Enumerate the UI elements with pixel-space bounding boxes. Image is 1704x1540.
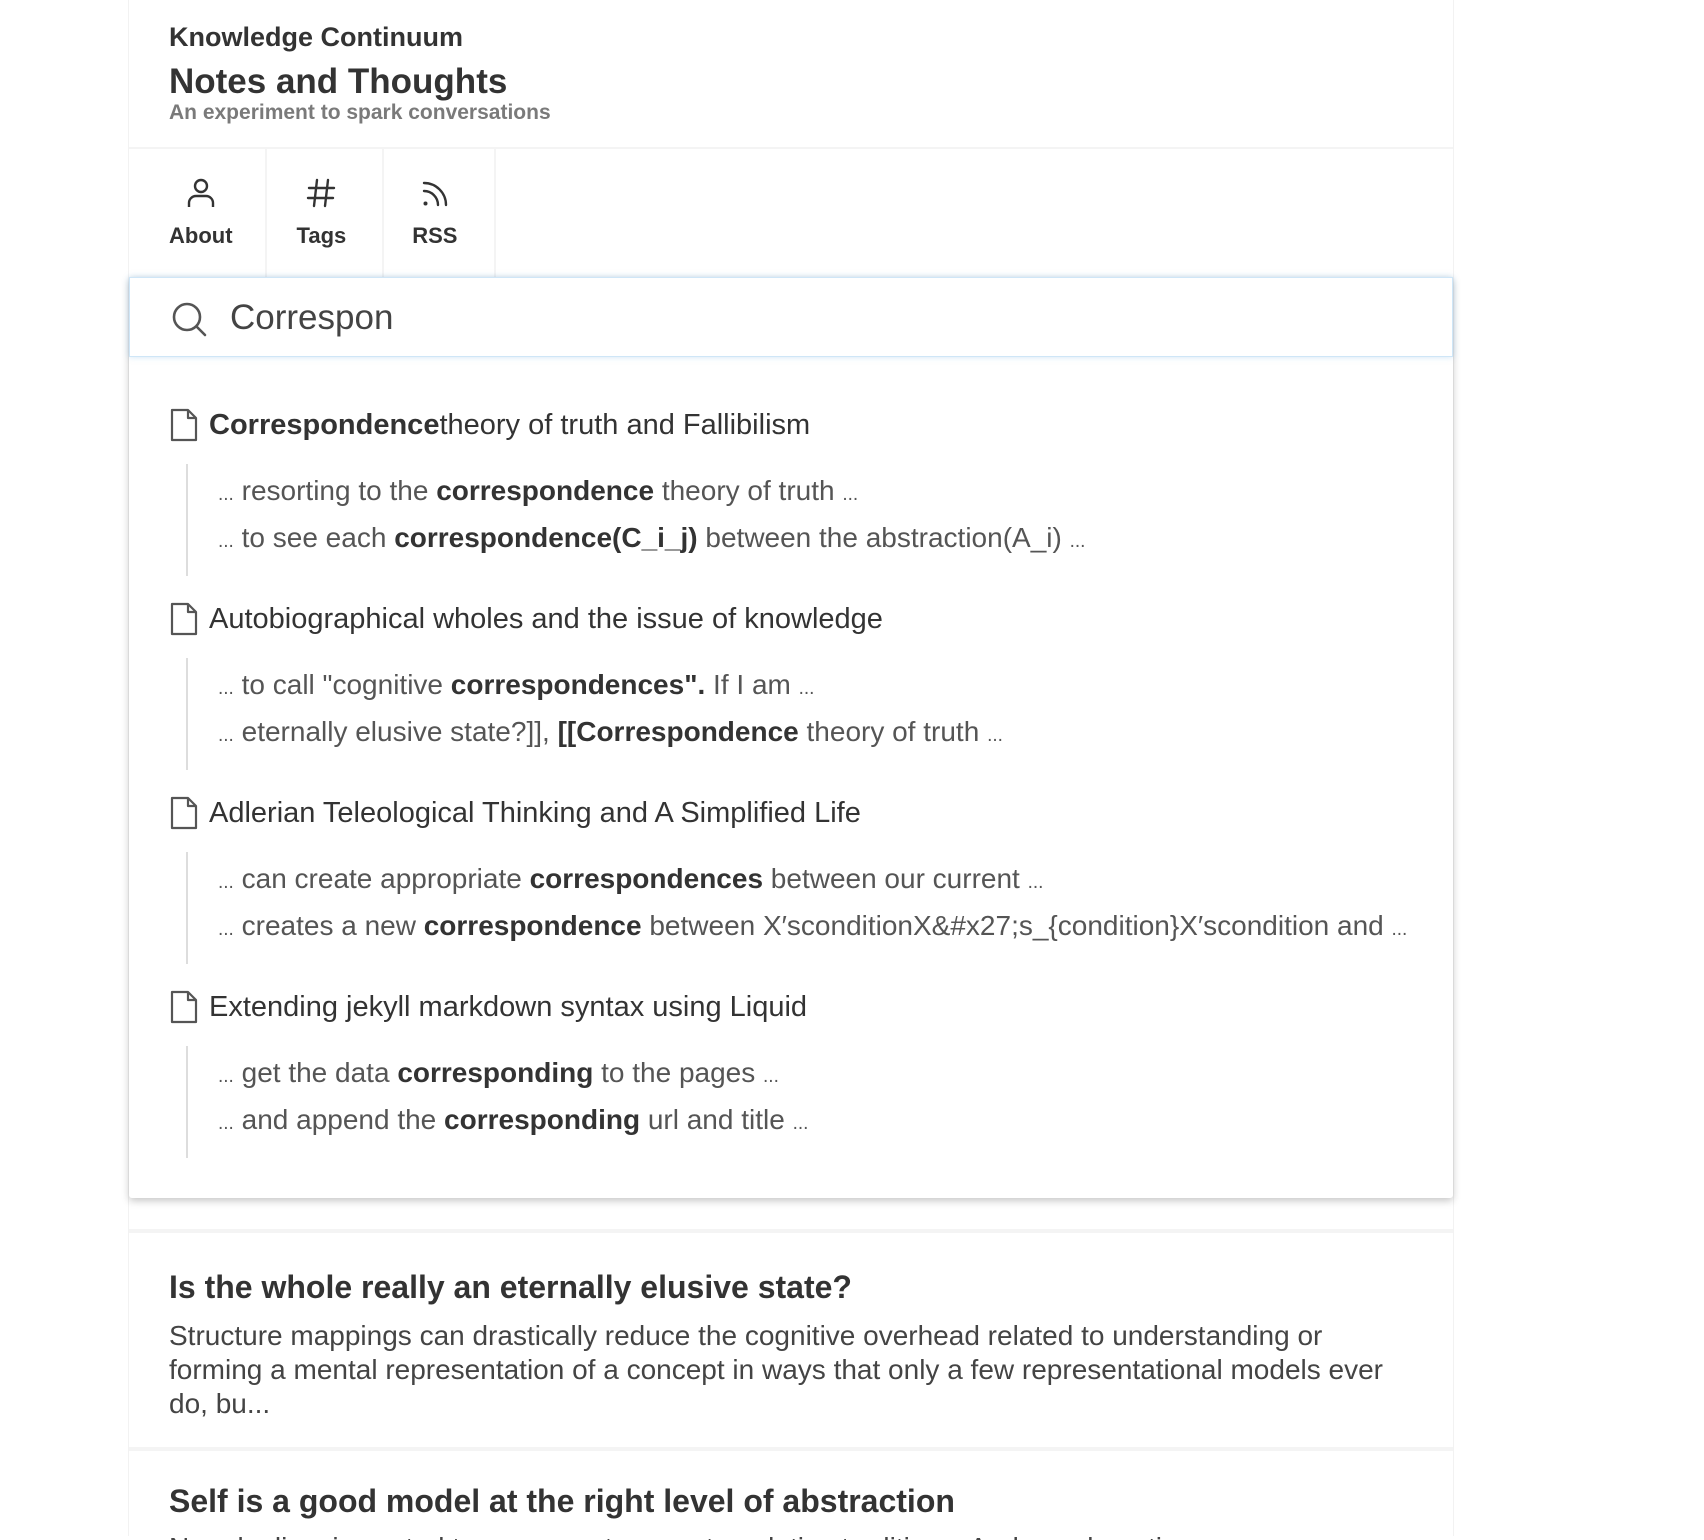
site-name[interactable]: Knowledge Continuum [169, 22, 463, 53]
search-result-title-text: theory of truth and Fallibilism [439, 408, 811, 441]
search-result-title[interactable]: Autobiographical wholes and the issue of… [169, 598, 1419, 640]
search-result: Correspondence theory of truth and Falli… [169, 404, 1419, 576]
nav-item-rss[interactable]: RSS [384, 149, 496, 277]
post-title[interactable]: Self is a good model at the right level … [169, 1483, 955, 1520]
search-result-snippets: ... to call "cognitive correspondences".… [186, 658, 1419, 770]
snippet-match: correspondence [423, 910, 642, 941]
snippet-text: resorting to the [233, 475, 437, 506]
search-result-snippets: ... get the data corresponding to the pa… [186, 1046, 1419, 1158]
search-result-snippet[interactable]: ... get the data corresponding to the pa… [218, 1056, 1419, 1094]
search-result-snippet[interactable]: ... resorting to the correspondence theo… [218, 474, 1419, 512]
post-title[interactable]: Is the whole really an eternally elusive… [169, 1269, 852, 1306]
nav-item-about[interactable]: About [129, 149, 267, 277]
snippet-text: get the data [233, 1057, 398, 1088]
snippet-match: correspondences [529, 863, 764, 894]
search-result-snippets: ... resorting to the correspondence theo… [186, 464, 1419, 576]
search-result-snippet[interactable]: ... and append the corresponding url and… [218, 1103, 1419, 1141]
ellipsis: ... [1069, 531, 1086, 552]
ellipsis: ... [218, 919, 234, 940]
search-result-title-text: Extending jekyll markdown syntax using L… [209, 990, 808, 1023]
snippet-match: corresponding [444, 1104, 641, 1135]
ellipsis: ... [218, 678, 234, 699]
snippet-text: to the pages [593, 1057, 764, 1088]
snippet-text: creates a new [233, 910, 424, 941]
search-result: Adlerian Teleological Thinking and A Sim… [169, 792, 1419, 964]
ellipsis: ... [218, 1113, 234, 1134]
snippet-text: can create appropriate [233, 863, 530, 894]
ellipsis: ... [1391, 919, 1408, 940]
page-title: Notes and Thoughts [169, 62, 508, 101]
search-result-title-text: Adlerian Teleological Thinking and A Sim… [209, 796, 861, 829]
search-result-title-match: Correspondence [209, 408, 440, 441]
page: Knowledge Continuum Notes and Thoughts A… [128, 0, 1454, 1540]
main-nav: About Tags RSS [129, 149, 1453, 277]
search-result-snippet[interactable]: ... creates a new correspondence between… [218, 909, 1419, 947]
snippet-text: eternally elusive state?]], [233, 716, 558, 747]
search-result-snippet[interactable]: ... can create appropriate correspondenc… [218, 862, 1419, 900]
ellipsis: ... [792, 1113, 809, 1134]
search-result-title-text: Autobiographical wholes and the issue of… [209, 602, 883, 635]
snippet-text: to call "cognitive [233, 669, 451, 700]
snippet-match: correspondence(C_i_j) [394, 522, 698, 553]
snippet-match: correspondence [436, 475, 655, 506]
snippet-match: [[Correspondence [557, 716, 799, 747]
snippet-text: If I am [705, 669, 799, 700]
search-result-snippet[interactable]: ... to see each correspondence(C_i_j) be… [218, 521, 1419, 559]
document-icon [169, 795, 203, 831]
search-result-snippet[interactable]: ... to call "cognitive correspondences".… [218, 668, 1419, 706]
rss-icon [415, 173, 455, 213]
nav-label-tags: Tags [296, 223, 347, 248]
ellipsis: ... [987, 725, 1003, 746]
snippet-text: to see each [233, 522, 395, 553]
ellipsis: ... [218, 872, 234, 893]
search-bar [129, 277, 1453, 357]
snippet-text: between our current [763, 863, 1028, 894]
document-icon [169, 989, 203, 1025]
search-result-title[interactable]: Extending jekyll markdown syntax using L… [169, 986, 1419, 1028]
search-result: Autobiographical wholes and the issue of… [169, 598, 1419, 770]
snippet-text: theory of truth [798, 716, 988, 747]
search-results: Correspondence theory of truth and Falli… [169, 404, 1419, 1180]
ellipsis: ... [798, 678, 815, 699]
search-result-title[interactable]: Adlerian Teleological Thinking and A Sim… [169, 792, 1419, 834]
site-header: Knowledge Continuum Notes and Thoughts A… [129, 0, 1453, 149]
document-icon [169, 601, 203, 637]
search-result-title[interactable]: Correspondence theory of truth and Falli… [169, 404, 1419, 446]
snippet-match: corresponding [397, 1057, 594, 1088]
snippet-text: and append the [233, 1104, 445, 1135]
ellipsis: ... [1027, 872, 1044, 893]
nav-label-rss: RSS [412, 223, 458, 248]
nav-item-tags[interactable]: Tags [267, 149, 385, 277]
search-icon [170, 300, 210, 340]
snippet-text: between X′sconditionX&#x27;s_{condition}… [641, 910, 1392, 941]
ellipsis: ... [218, 484, 234, 505]
nav-label-about: About [169, 223, 233, 248]
snippet-text: url and title [640, 1104, 793, 1135]
snippet-text: theory of truth [654, 475, 843, 506]
hash-icon [301, 173, 341, 213]
ellipsis: ... [218, 1066, 234, 1087]
ellipsis: ... [218, 725, 234, 746]
page-subtitle: An experiment to spark conversations [169, 101, 551, 124]
user-icon [181, 173, 221, 213]
search-panel: Correspondence theory of truth and Falli… [129, 277, 1453, 1198]
ellipsis: ... [842, 484, 859, 505]
ellipsis: ... [218, 531, 234, 552]
search-input[interactable] [230, 290, 1410, 346]
document-icon [169, 407, 203, 443]
search-result-snippet[interactable]: ... eternally elusive state?]], [[Corres… [218, 715, 1419, 753]
snippet-match: correspondences". [450, 669, 706, 700]
post-excerpt: Structure mappings can drastically reduc… [169, 1320, 1383, 1419]
post-card: Self is a good model at the right level … [129, 1447, 1453, 1540]
snippet-text: between the abstraction(A_i) [697, 522, 1070, 553]
search-result-snippets: ... can create appropriate correspondenc… [186, 852, 1419, 964]
ellipsis: ... [763, 1066, 779, 1087]
search-result: Extending jekyll markdown syntax using L… [169, 986, 1419, 1158]
post-card: Is the whole really an eternally elusive… [129, 1229, 1453, 1451]
